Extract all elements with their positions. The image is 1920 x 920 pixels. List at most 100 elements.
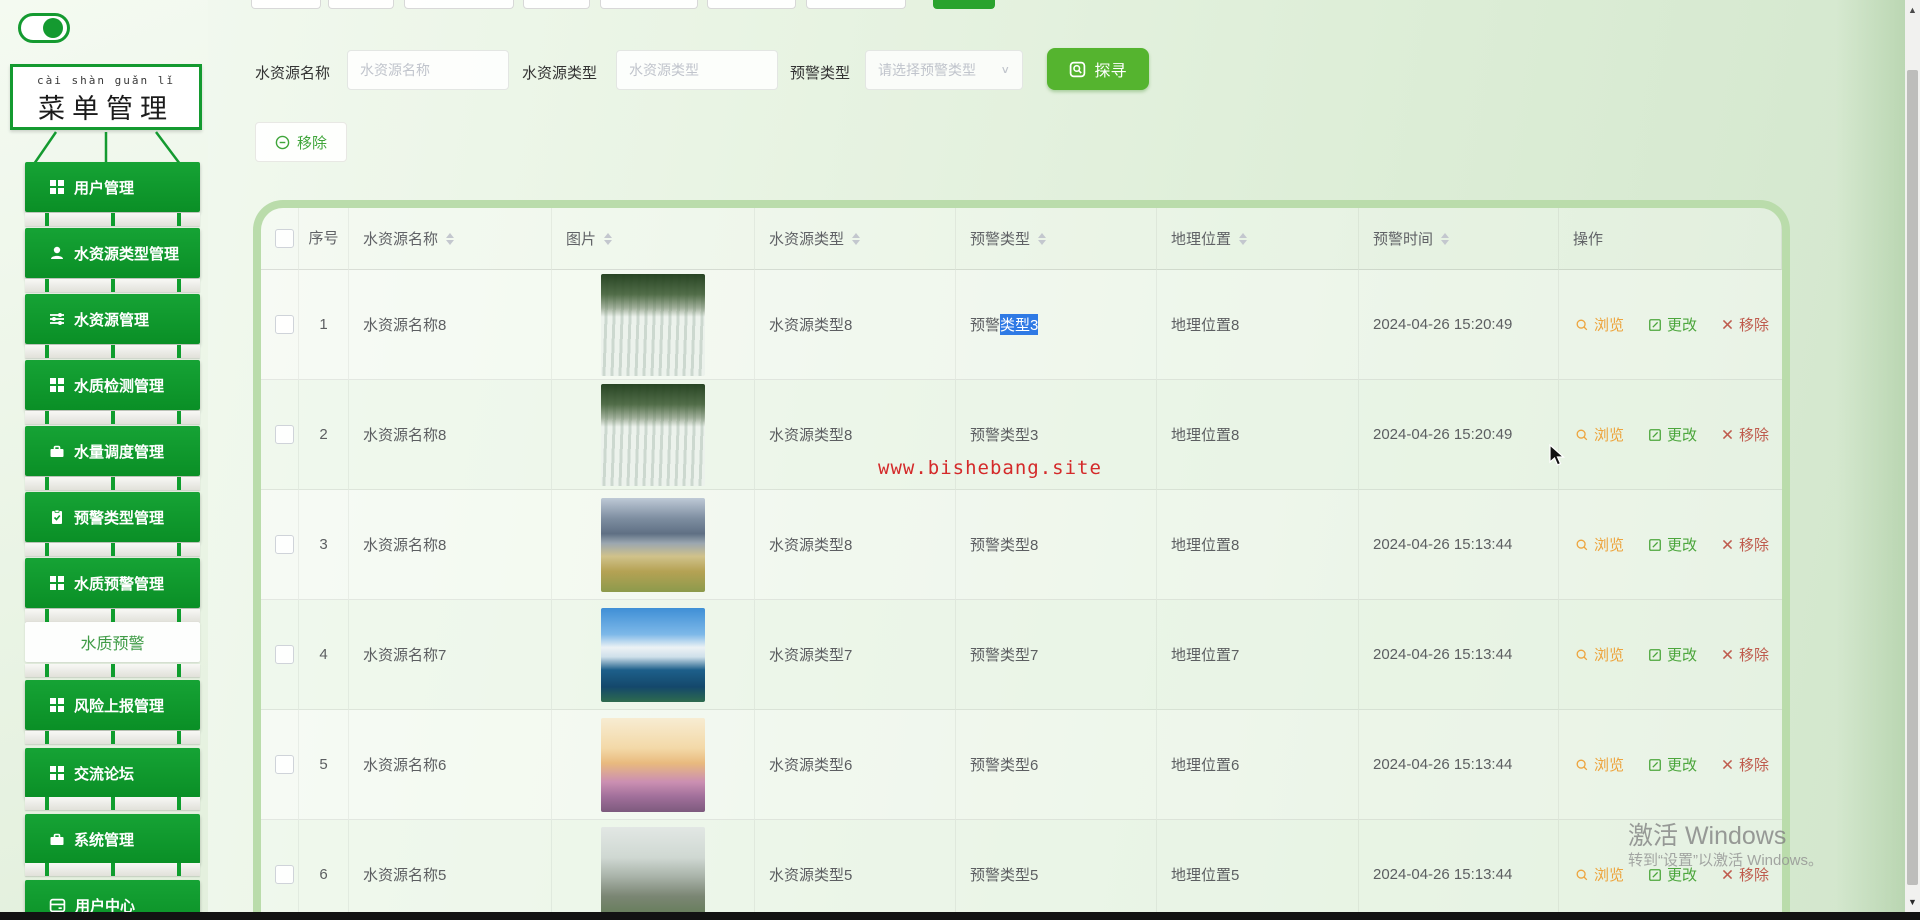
- view-label: 浏览: [1594, 867, 1625, 884]
- batch-remove-button[interactable]: 移除: [255, 122, 347, 162]
- cell-image: [552, 380, 755, 490]
- top-tab[interactable]: [806, 0, 906, 9]
- sidebar-item-system-management[interactable]: 系统管理: [25, 814, 200, 864]
- grid-icon: [50, 378, 64, 392]
- edit-link[interactable]: 更改: [1648, 314, 1697, 335]
- top-tab[interactable]: [404, 0, 514, 9]
- header-operations: 操作: [1559, 208, 1782, 270]
- edit-icon: [1649, 758, 1661, 771]
- top-tab[interactable]: [328, 0, 394, 9]
- sort-icon[interactable]: [604, 232, 613, 245]
- scroll-down-icon[interactable]: ▼: [1905, 894, 1920, 910]
- view-link[interactable]: 浏览: [1575, 644, 1624, 665]
- header-label: 地理位置: [1171, 231, 1232, 248]
- sidebar-connector: [25, 345, 200, 358]
- warning-text-selected: 类型3: [1000, 314, 1039, 335]
- scrollbar-thumb[interactable]: [1907, 70, 1918, 885]
- sort-icon[interactable]: [446, 232, 455, 245]
- sidebar-item-user-management[interactable]: 用户管理: [25, 162, 200, 212]
- remove-link[interactable]: 移除: [1721, 644, 1769, 665]
- header-image[interactable]: 图片: [552, 208, 755, 270]
- edit-label: 更改: [1667, 317, 1698, 334]
- cell-name: 水资源名称8: [349, 490, 552, 600]
- sidebar-item-water-quality-testing[interactable]: 水质检测管理: [25, 360, 200, 410]
- filter-type-input[interactable]: [616, 50, 778, 90]
- filter-name-input[interactable]: [347, 50, 509, 90]
- sidebar-toggle[interactable]: [18, 13, 70, 43]
- row-checkbox[interactable]: [275, 645, 294, 664]
- top-tab-active[interactable]: [933, 0, 995, 9]
- sort-icon[interactable]: [1038, 232, 1047, 245]
- cell-operations: 浏览 更改 移除: [1559, 600, 1782, 710]
- sidebar-item-label: 用户管理: [74, 179, 135, 197]
- sidebar-item-water-management[interactable]: 水资源管理: [25, 294, 200, 344]
- edit-link[interactable]: 更改: [1648, 754, 1697, 775]
- top-tab[interactable]: [600, 0, 698, 9]
- row-checkbox[interactable]: [275, 315, 294, 334]
- view-link[interactable]: 浏览: [1575, 314, 1624, 335]
- remove-link[interactable]: 移除: [1721, 754, 1769, 775]
- edit-link[interactable]: 更改: [1648, 534, 1697, 555]
- briefcase-icon: [50, 833, 64, 845]
- cell-location: 地理位置5: [1157, 820, 1359, 920]
- cell-index: 1: [299, 270, 349, 380]
- view-link[interactable]: 浏览: [1575, 534, 1624, 555]
- sidebar-item-warning-type-management[interactable]: 预警类型管理: [25, 492, 200, 542]
- cell-type: 水资源类型7: [755, 600, 956, 710]
- toggle-knob-icon: [43, 18, 63, 38]
- sidebar-item-risk-report[interactable]: 风险上报管理: [25, 680, 200, 730]
- cell-time: 2024-04-26 15:13:44: [1359, 710, 1559, 820]
- sort-icon[interactable]: [1441, 232, 1450, 245]
- filter-name-label: 水资源名称: [255, 65, 331, 82]
- sidebar-item-water-type-management[interactable]: 水资源类型管理: [25, 228, 200, 278]
- magnifier-icon: [1576, 869, 1588, 880]
- lake-photo: [601, 607, 705, 702]
- sidebar-connector: [25, 731, 200, 744]
- edit-link[interactable]: 更改: [1648, 644, 1697, 665]
- cell-warning: 预警类型7: [956, 600, 1157, 710]
- sort-icon[interactable]: [1239, 232, 1248, 245]
- select-all-checkbox[interactable]: [275, 229, 294, 248]
- remove-link[interactable]: 移除: [1721, 314, 1769, 335]
- cell-type: 水资源类型6: [755, 710, 956, 820]
- sidebar-item-water-dispatch[interactable]: 水量调度管理: [25, 426, 200, 476]
- row-checkbox[interactable]: [275, 865, 294, 884]
- sidebar-item-label: 水质预警管理: [74, 575, 165, 593]
- row-checkbox[interactable]: [275, 425, 294, 444]
- sidebar-item-water-quality-warning-active[interactable]: 水质预警: [25, 622, 200, 662]
- sort-icon[interactable]: [852, 232, 861, 245]
- remove-link[interactable]: 移除: [1721, 534, 1769, 555]
- header-name[interactable]: 水资源名称: [349, 208, 552, 270]
- search-button[interactable]: 探寻: [1047, 48, 1149, 90]
- row-checkbox[interactable]: [275, 755, 294, 774]
- cell-warning: 预警类型3: [956, 270, 1157, 380]
- view-link[interactable]: 浏览: [1575, 754, 1624, 775]
- sidebar-item-water-quality-warning-management[interactable]: 水质预警管理: [25, 558, 200, 608]
- header-warning[interactable]: 预警类型: [956, 208, 1157, 270]
- header-label: 水资源名称: [363, 231, 439, 248]
- row-checkbox-cell: [261, 490, 299, 600]
- scroll-up-icon[interactable]: ▲: [1905, 2, 1920, 18]
- top-tab[interactable]: [523, 0, 590, 9]
- cell-image: [552, 820, 755, 920]
- view-link[interactable]: 浏览: [1575, 424, 1624, 445]
- cell-time: 2024-04-26 15:20:49: [1359, 270, 1559, 380]
- remove-link[interactable]: 移除: [1721, 424, 1769, 445]
- filter-warning-select[interactable]: 请选择预警类型 ∨: [865, 50, 1023, 90]
- view-link[interactable]: 浏览: [1575, 864, 1624, 885]
- select-placeholder: 请选择预警类型: [878, 62, 976, 78]
- top-tab[interactable]: [707, 0, 796, 9]
- header-location[interactable]: 地理位置: [1157, 208, 1359, 270]
- top-tab[interactable]: [251, 0, 321, 9]
- vertical-scrollbar[interactable]: ▲ ▼: [1905, 0, 1920, 920]
- view-label: 浏览: [1594, 317, 1625, 334]
- edit-link[interactable]: 更改: [1648, 424, 1697, 445]
- header-time[interactable]: 预警时间: [1359, 208, 1559, 270]
- view-label: 浏览: [1594, 647, 1625, 664]
- cell-location: 地理位置8: [1157, 490, 1359, 600]
- sidebar-item-forum[interactable]: 交流论坛: [25, 748, 200, 798]
- mountain-photo: [601, 497, 705, 592]
- header-type[interactable]: 水资源类型: [755, 208, 956, 270]
- row-checkbox[interactable]: [275, 535, 294, 554]
- warning-text: 预警: [970, 317, 1001, 334]
